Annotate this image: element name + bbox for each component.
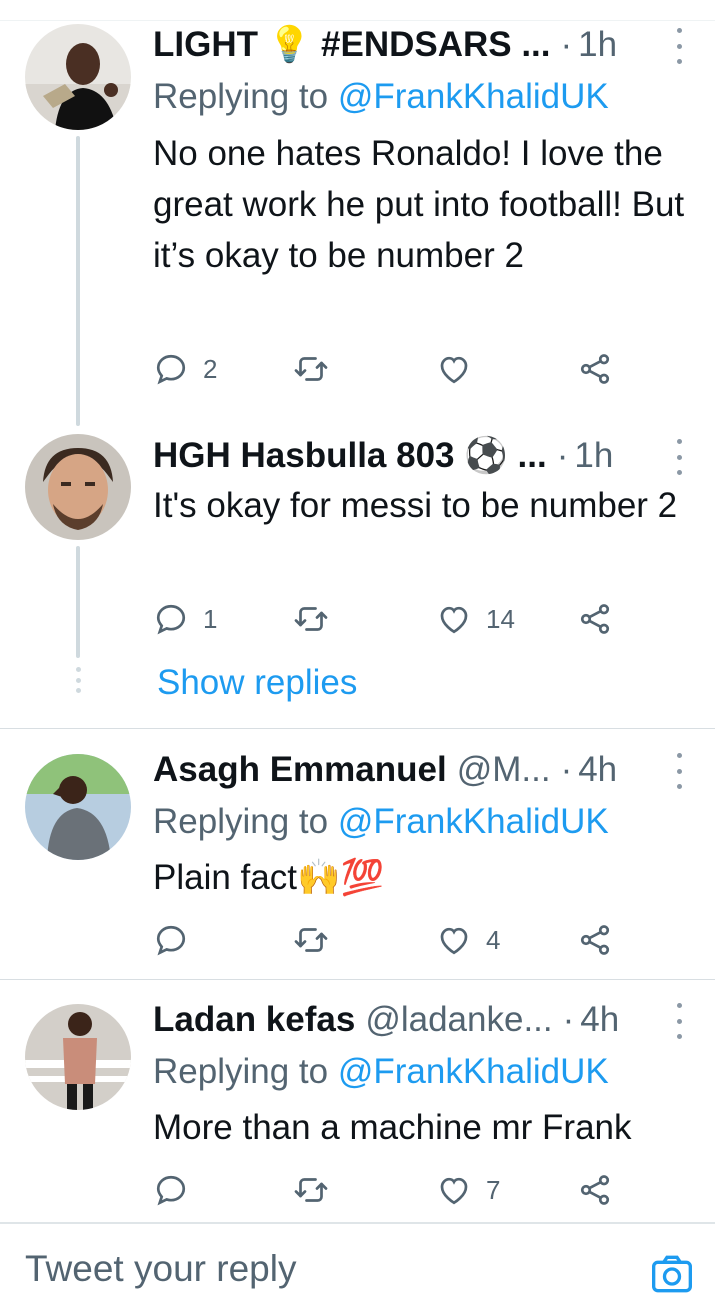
- avatar[interactable]: [25, 1004, 131, 1110]
- more-options-icon[interactable]: [673, 1003, 685, 1039]
- heart-icon: [440, 606, 468, 634]
- heart-icon: [440, 927, 468, 955]
- dot-separator: ·: [556, 436, 569, 475]
- share-button[interactable]: [577, 597, 613, 641]
- reply-icon: [156, 604, 186, 635]
- like-count: 4: [486, 924, 501, 955]
- timestamp[interactable]: 4h: [578, 747, 617, 793]
- more-options-icon[interactable]: [673, 753, 685, 789]
- tweet-text: More than a machine mr Frank: [153, 1108, 632, 1147]
- like-button[interactable]: 14: [436, 597, 515, 641]
- share-icon: [580, 925, 610, 955]
- reply-count: 1: [203, 603, 218, 634]
- replying-prefix: Replying to: [153, 802, 329, 841]
- like-button[interactable]: 4: [436, 918, 500, 962]
- timestamp[interactable]: 4h: [580, 997, 619, 1043]
- show-replies-link[interactable]: Show replies: [157, 660, 357, 706]
- tweet-text: It's okay for messi to be number 2: [153, 486, 678, 525]
- replying-to: Replying to @FrankKhalidUK: [153, 74, 609, 120]
- display-name[interactable]: Ladan kefas: [153, 997, 355, 1043]
- handle[interactable]: @ladanke...: [365, 997, 552, 1043]
- retweet-button[interactable]: [293, 1168, 329, 1212]
- like-button[interactable]: 7: [436, 1168, 500, 1212]
- replying-to: Replying to @FrankKhalidUK: [153, 799, 609, 845]
- retweet-button[interactable]: [293, 347, 329, 391]
- retweet-icon: [294, 928, 328, 952]
- share-button[interactable]: [577, 1168, 613, 1212]
- retweet-icon: [294, 1178, 328, 1202]
- reply-icon: [156, 925, 186, 956]
- handle[interactable]: @M...: [457, 747, 551, 793]
- retweet-button[interactable]: [293, 597, 329, 641]
- reply-icon: [156, 1175, 186, 1206]
- thread-line: [76, 136, 80, 426]
- display-name[interactable]: LIGHT 💡 #ENDSARS ...: [153, 22, 551, 68]
- reply-compose-bar: Tweet your reply: [0, 1222, 715, 1294]
- tweet-header: Ladan kefas @ladanke... · 4h: [153, 997, 685, 1043]
- tweet-text: Plain fact🙌💯: [153, 858, 385, 897]
- avatar[interactable]: [25, 434, 131, 540]
- heart-icon: [440, 356, 468, 384]
- timestamp[interactable]: 1h: [574, 433, 613, 479]
- share-icon: [580, 354, 610, 384]
- reply-button[interactable]: [153, 918, 189, 962]
- divider: [0, 728, 715, 729]
- tweet-text: No one hates Ronaldo! I love the great w…: [153, 134, 685, 275]
- replying-to: Replying to @FrankKhalidUK: [153, 1049, 609, 1095]
- mention-link[interactable]: @FrankKhalidUK: [338, 802, 609, 841]
- avatar[interactable]: [25, 754, 131, 860]
- camera-icon[interactable]: [650, 1254, 694, 1294]
- mention-link[interactable]: @FrankKhalidUK: [338, 1052, 609, 1091]
- share-icon: [580, 604, 610, 634]
- more-options-icon[interactable]: [673, 439, 685, 475]
- dot-separator: ·: [560, 750, 573, 789]
- reply-count: 2: [203, 353, 218, 384]
- divider: [0, 979, 715, 980]
- like-count: 7: [486, 1174, 501, 1205]
- like-count: 14: [486, 603, 515, 634]
- retweet-icon: [294, 357, 328, 381]
- dot-separator: ·: [562, 1000, 575, 1039]
- reply-icon: [156, 354, 186, 385]
- thread-ellipsis: [75, 667, 81, 693]
- more-options-icon[interactable]: [673, 28, 685, 64]
- replying-prefix: Replying to: [153, 77, 329, 116]
- timestamp[interactable]: 1h: [578, 22, 617, 68]
- mention-link[interactable]: @FrankKhalidUK: [338, 77, 609, 116]
- heart-icon: [440, 1177, 468, 1205]
- reply-button[interactable]: 1: [153, 597, 217, 641]
- display-name[interactable]: Asagh Emmanuel: [153, 747, 447, 793]
- share-button[interactable]: [577, 347, 613, 391]
- reply-input[interactable]: Tweet your reply: [25, 1248, 296, 1290]
- tweet-header: HGH Hasbulla 803 ⚽ ... · 1h: [153, 433, 685, 479]
- tweet-actions: 4: [153, 918, 623, 962]
- top-divider: [0, 20, 715, 21]
- thread-line: [76, 546, 80, 658]
- tweet-actions: 2: [153, 347, 623, 391]
- retweet-icon: [294, 607, 328, 631]
- retweet-button[interactable]: [293, 918, 329, 962]
- like-button[interactable]: [436, 347, 472, 391]
- display-name[interactable]: HGH Hasbulla 803 ⚽ ...: [153, 433, 547, 479]
- tweet-actions: 1 14: [153, 597, 623, 641]
- reply-button[interactable]: 2: [153, 347, 217, 391]
- replying-prefix: Replying to: [153, 1052, 329, 1091]
- share-button[interactable]: [577, 918, 613, 962]
- tweet-header: LIGHT 💡 #ENDSARS ... · 1h: [153, 22, 685, 68]
- tweet-header: Asagh Emmanuel @M... · 4h: [153, 747, 685, 793]
- avatar[interactable]: [25, 24, 131, 130]
- reply-button[interactable]: [153, 1168, 189, 1212]
- share-icon: [580, 1175, 610, 1205]
- dot-separator: ·: [560, 25, 573, 64]
- tweet-actions: 7: [153, 1168, 623, 1212]
